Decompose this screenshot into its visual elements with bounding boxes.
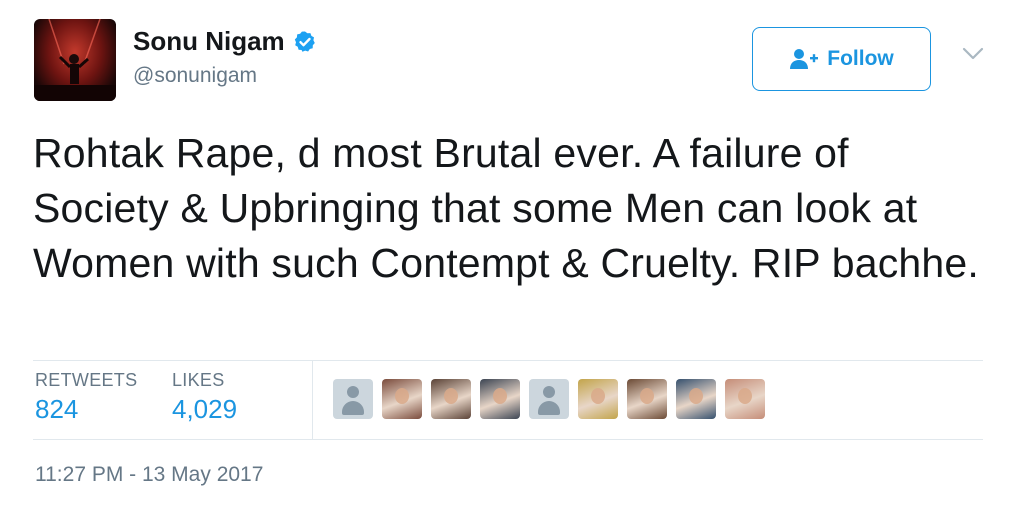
liker-avatar[interactable]	[382, 379, 422, 419]
display-name[interactable]: Sonu Nigam	[133, 26, 285, 57]
user-handle[interactable]: @sonunigam	[133, 64, 257, 88]
divider-bottom	[33, 439, 983, 440]
liker-avatar[interactable]	[480, 379, 520, 419]
liker-avatar[interactable]	[578, 379, 618, 419]
user-name-row: Sonu Nigam	[133, 26, 317, 57]
tweet-text: Rohtak Rape, d most Brutal ever. A failu…	[33, 130, 979, 286]
tweet-timestamp[interactable]: 11:27 PM - 13 May 2017	[35, 463, 263, 487]
liker-avatar[interactable]	[333, 379, 373, 419]
liker-avatar[interactable]	[676, 379, 716, 419]
liker-avatar[interactable]	[725, 379, 765, 419]
liker-avatar[interactable]	[627, 379, 667, 419]
liker-avatar[interactable]	[431, 379, 471, 419]
follow-button-label: Follow	[827, 47, 894, 70]
stats-divider	[312, 360, 313, 440]
retweets-stat[interactable]: RETWEETS 824	[35, 370, 137, 425]
likes-count: 4,029	[172, 394, 238, 424]
liker-avatar[interactable]	[529, 379, 569, 419]
likes-stat[interactable]: LIKES 4,029	[172, 370, 237, 425]
retweets-label: RETWEETS	[35, 370, 138, 390]
profile-avatar[interactable]	[34, 19, 116, 101]
verified-badge-icon	[294, 31, 315, 52]
liker-avatars	[333, 379, 774, 419]
chevron-down-icon[interactable]	[962, 47, 984, 61]
likes-label: LIKES	[172, 370, 225, 390]
follow-button[interactable]: Follow	[752, 27, 931, 91]
retweets-count: 824	[35, 394, 79, 424]
divider-top	[33, 360, 983, 361]
add-user-icon	[790, 49, 819, 69]
